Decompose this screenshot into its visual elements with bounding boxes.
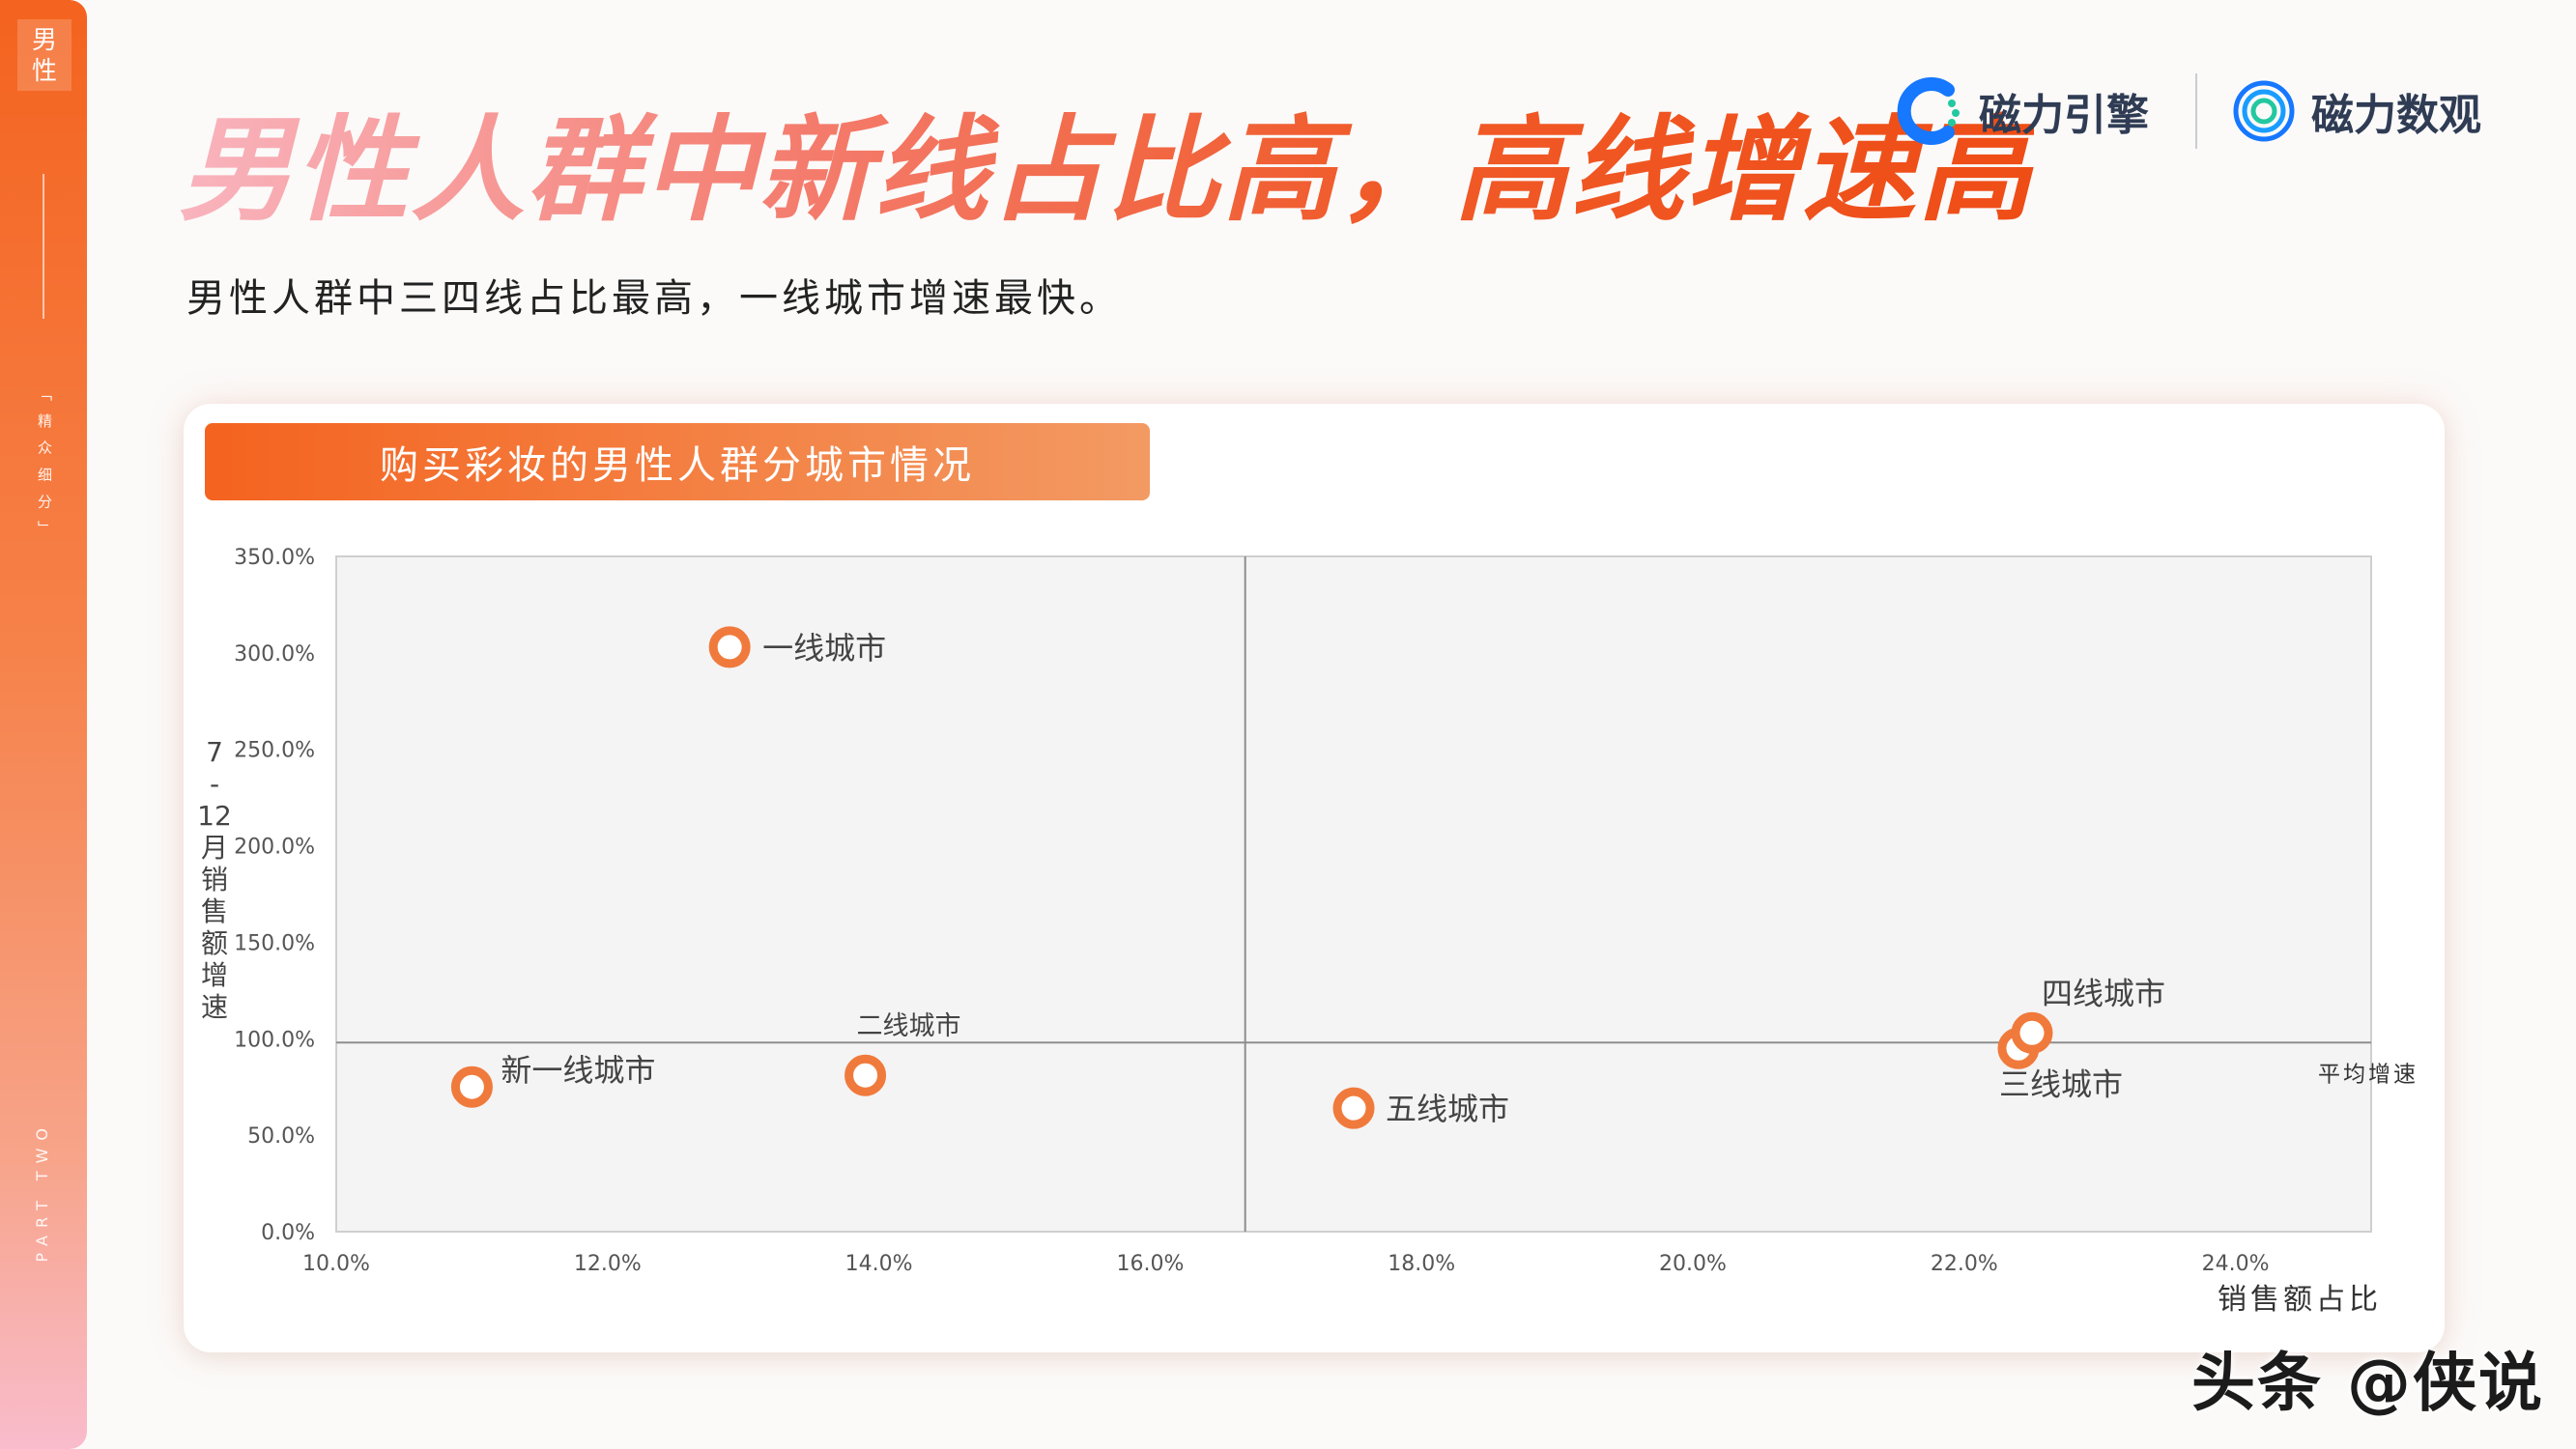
y-tick-label: 100.0% <box>234 1028 315 1052</box>
point-label: 一线城市 <box>762 630 886 667</box>
scatter-point <box>844 1054 887 1096</box>
logo-cili-engine: 磁力引擎 <box>1892 68 2149 155</box>
y-tick-label: 0.0% <box>261 1221 315 1245</box>
side-part-label: PART TWO <box>33 1121 51 1263</box>
side-bar: 男 性 「 精 众 细 分 」 PART TWO <box>0 0 87 1449</box>
logo-divider <box>2195 73 2197 149</box>
x-tick-label: 10.0% <box>302 1252 370 1276</box>
logo-text-2: 磁力数观 <box>2311 91 2481 140</box>
watermark: 头条 @侠说 <box>2191 1346 2544 1420</box>
reference-line-label: 平均增速 <box>2318 1062 2419 1087</box>
plot-area <box>335 555 2372 1233</box>
y-axis-label-char: - <box>210 768 219 800</box>
scatter-point <box>450 1065 493 1108</box>
c-brand-icon <box>1897 77 1960 145</box>
scatter-point <box>2011 1011 2053 1054</box>
x-tick-label: 18.0% <box>1388 1252 1455 1276</box>
y-axis-label-char: 12 <box>197 800 232 832</box>
y-axis-label-char: 增 <box>201 959 228 991</box>
point-label: 新一线城市 <box>501 1052 655 1089</box>
x-tick-label: 16.0% <box>1116 1252 1184 1276</box>
y-tick-label: 300.0% <box>234 642 315 667</box>
x-tick-label: 12.0% <box>574 1252 642 1276</box>
y-axis-label-char: 销 <box>201 864 228 895</box>
ring-brand-icon <box>2233 80 2295 142</box>
scatter-point <box>1332 1087 1375 1129</box>
x-tick-label: 14.0% <box>845 1252 913 1276</box>
logo-cili-shuguan: 磁力数观 <box>2230 68 2481 155</box>
point-label: 四线城市 <box>2042 975 2165 1011</box>
x-tick-label: 20.0% <box>1659 1252 1727 1276</box>
y-axis-label-char: 售 <box>201 895 228 927</box>
scatter-chart: 平均增速 0.0% 50.0% 100.0% 150.0% 200.0% 250.0% 300… <box>197 546 2419 1317</box>
scatter-point <box>708 626 751 668</box>
y-tick-label: 350.0% <box>234 546 315 570</box>
point-label: 二线城市 <box>857 1011 961 1041</box>
y-tick-label: 200.0% <box>234 836 315 860</box>
y-axis-label-char: 7 <box>206 736 223 768</box>
y-tick-label: 50.0% <box>247 1124 315 1149</box>
page-subtitle: 男性人群中三四线占比最高，一线城市增速最快。 <box>186 276 1122 321</box>
side-section-label: 「 精 众 细 分 」 <box>36 386 53 539</box>
x-tick-label: 22.0% <box>1931 1252 1998 1276</box>
y-tick-label: 150.0% <box>234 931 315 955</box>
y-axis-label-char: 速 <box>201 991 228 1023</box>
side-divider <box>43 174 44 319</box>
logo-text-1: 磁力引擎 <box>1979 91 2149 140</box>
side-tag: 男 性 <box>17 19 72 91</box>
y-tick-label: 250.0% <box>234 739 315 763</box>
x-tick-label: 24.0% <box>2202 1252 2270 1276</box>
point-label: 五线城市 <box>1386 1091 1509 1127</box>
y-axis-label-char: 月 <box>201 832 228 864</box>
page-title: 男性人群中新线占比高，高线增速高 <box>179 77 2034 242</box>
x-axis-label: 销售额占比 <box>2218 1283 2382 1317</box>
chart-card: 购买彩妆的男性人群分城市情况 平均增速 0.0% 50.0% 100.0% 150.0%… <box>184 404 2445 1352</box>
point-label: 三线城市 <box>1999 1065 2123 1102</box>
y-axis-label-char: 额 <box>201 927 228 959</box>
